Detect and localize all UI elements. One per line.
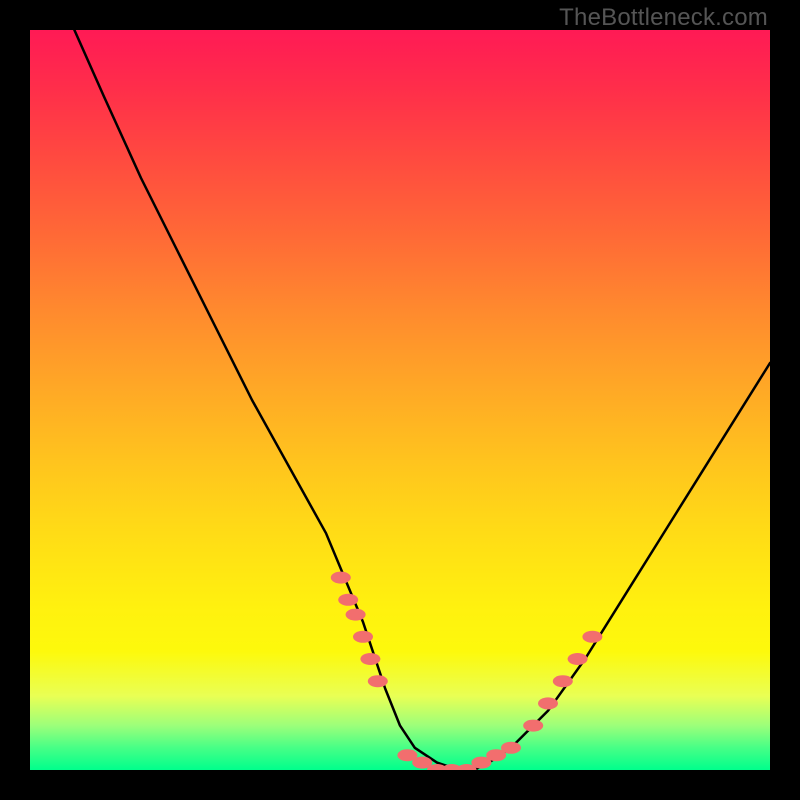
highlight-right-marker [568,653,588,665]
highlight-left-marker [346,609,366,621]
highlight-left-marker [353,631,373,643]
highlight-left-marker [360,653,380,665]
highlight-right-marker [582,631,602,643]
highlight-left-marker [338,594,358,606]
plot-area [30,30,770,770]
highlight-right-marker [553,675,573,687]
curve-svg [30,30,770,770]
highlight-right-marker [538,697,558,709]
highlight-left-marker [368,675,388,687]
bottleneck-curve-path [74,30,770,770]
highlight-right-marker [523,720,543,732]
chart-frame: TheBottleneck.com [0,0,800,800]
watermark-text: TheBottleneck.com [559,4,768,32]
series-container [74,30,770,770]
highlight-bottom-marker [501,742,521,754]
highlight-left-marker [331,572,351,584]
